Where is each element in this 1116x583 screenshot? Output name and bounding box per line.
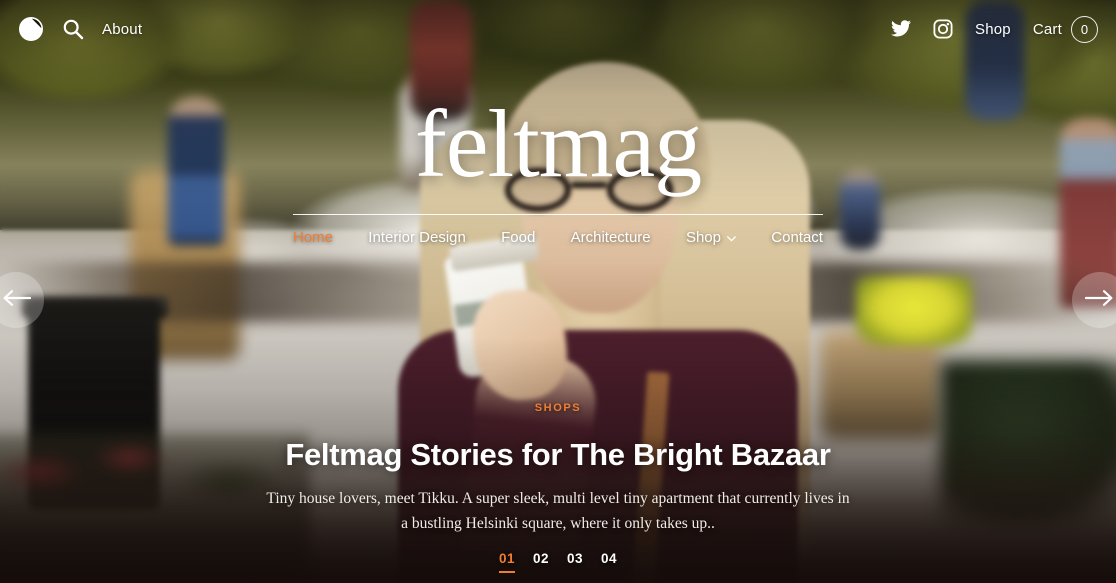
nav-divider: [293, 214, 823, 215]
hero-description: Tiny house lovers, meet Tikku. A super s…: [266, 490, 850, 533]
hero-category-label[interactable]: SHOPS: [535, 402, 582, 414]
top-bar-right-group: Shop Cart 0: [891, 15, 1098, 43]
twitter-icon[interactable]: [891, 20, 912, 38]
top-bar-left-group: About: [18, 16, 142, 42]
instagram-icon[interactable]: [933, 19, 953, 39]
hero-title[interactable]: Feltmag Stories for The Bright Bazaar: [285, 437, 831, 473]
nav-item-home[interactable]: Home: [293, 229, 333, 246]
chevron-down-icon: [727, 229, 736, 246]
pagination-item-02[interactable]: 02: [533, 551, 549, 573]
nav-item-architecture[interactable]: Architecture: [571, 229, 651, 246]
arrow-left-icon: [1, 289, 32, 312]
pagination-item-04[interactable]: 04: [601, 551, 617, 573]
search-icon[interactable]: [62, 18, 84, 40]
site-logo: feltmag: [414, 90, 702, 197]
shop-link[interactable]: Shop: [975, 21, 1011, 38]
main-navigation: Home Interior Design Food Architecture S…: [293, 229, 823, 246]
nav-item-interior-design[interactable]: Interior Design: [368, 229, 466, 246]
cart-label: Cart: [1032, 20, 1062, 38]
nav-item-food[interactable]: Food: [501, 229, 535, 246]
hero-caption: SHOPS Feltmag Stories for The Bright Baz…: [0, 402, 1116, 536]
pagination-item-03[interactable]: 03: [567, 551, 583, 573]
nav-item-label: Food: [501, 229, 536, 246]
nav-item-label: Contact: [771, 229, 823, 246]
pagination-item-01[interactable]: 01: [498, 551, 515, 573]
carousel-pagination: 01 02 03 04: [0, 551, 1116, 573]
nav-item-label: Shop: [685, 229, 721, 246]
arrow-right-icon: [1084, 289, 1115, 312]
cart-button[interactable]: Cart 0: [1032, 15, 1098, 43]
nav-item-label: Home: [293, 229, 334, 246]
cart-count-badge: 0: [1071, 15, 1098, 43]
about-link[interactable]: About: [102, 21, 142, 38]
nav-item-shop[interactable]: Shop: [686, 229, 736, 246]
nav-item-contact[interactable]: Contact: [771, 229, 823, 246]
masthead: feltmag Home Interior Design Food Archit…: [0, 96, 1116, 246]
nav-item-label: Interior Design: [368, 229, 466, 246]
top-bar: About Shop Cart 0: [0, 0, 1116, 58]
nav-item-label: Architecture: [570, 229, 651, 246]
half-circle-logo-icon[interactable]: [18, 16, 44, 42]
page-root: About Shop Cart 0 feltmag Home Interior …: [0, 0, 1116, 583]
